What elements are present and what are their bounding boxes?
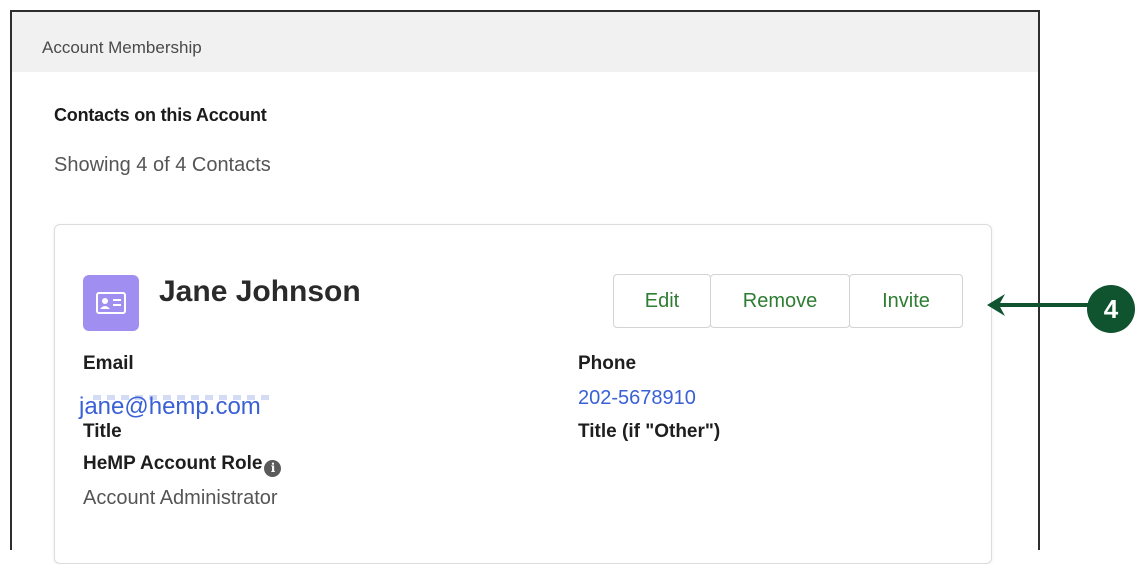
- account-role-label: HeMP Account Role i: [83, 453, 282, 477]
- contact-name: Jane Johnson: [159, 275, 361, 308]
- edit-button[interactable]: Edit: [613, 274, 711, 328]
- account-role-label-text: HeMP Account Role: [83, 453, 263, 474]
- invite-button[interactable]: Invite: [849, 274, 963, 328]
- arrow-left-icon: [987, 294, 1089, 316]
- remove-button[interactable]: Remove: [710, 274, 850, 328]
- panel-header: Account Membership: [12, 12, 1038, 72]
- account-membership-panel: Account Membership Contacts on this Acco…: [10, 10, 1040, 564]
- contact-card-icon: [83, 275, 139, 331]
- contact-card: Jane Johnson Edit Remove Invite Email ja…: [54, 224, 992, 564]
- title-other-label: Title (if "Other"): [578, 421, 721, 442]
- account-role-value: Account Administrator: [83, 487, 278, 509]
- info-icon[interactable]: i: [264, 460, 282, 477]
- phone-label: Phone: [578, 353, 637, 374]
- panel-title: Account Membership: [42, 38, 202, 57]
- contacts-count-text: Showing 4 of 4 Contacts: [54, 154, 271, 176]
- contact-actions: Edit Remove Invite: [613, 274, 963, 328]
- email-link[interactable]: jane@hemp.com: [79, 393, 261, 421]
- section-title: Contacts on this Account: [54, 105, 267, 125]
- title-label: Title: [83, 421, 122, 442]
- callout-badge: 4: [1087, 285, 1135, 333]
- email-label: Email: [83, 353, 134, 374]
- phone-link[interactable]: 202-5678910: [578, 387, 696, 410]
